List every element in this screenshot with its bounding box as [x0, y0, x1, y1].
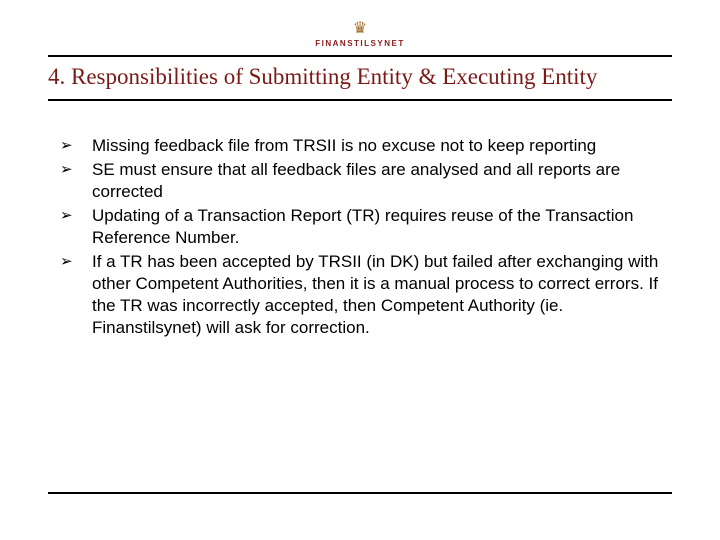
divider-top — [48, 55, 672, 57]
list-item: Updating of a Transaction Report (TR) re… — [60, 205, 660, 249]
divider-under-title — [48, 99, 672, 101]
bullet-list: Missing feedback file from TRSII is no e… — [60, 135, 660, 339]
logo: ♛ FINANSTILSYNET — [0, 20, 720, 48]
content: Missing feedback file from TRSII is no e… — [60, 135, 660, 341]
list-item: SE must ensure that all feedback files a… — [60, 159, 660, 203]
slide: ♛ FINANSTILSYNET 4. Responsibilities of … — [0, 0, 720, 540]
list-item: If a TR has been accepted by TRSII (in D… — [60, 251, 660, 339]
org-name: FINANSTILSYNET — [0, 39, 720, 48]
crown-icon: ♛ — [353, 22, 367, 36]
divider-bottom — [48, 492, 672, 494]
title-block: 4. Responsibilities of Submitting Entity… — [48, 55, 672, 101]
list-item: Missing feedback file from TRSII is no e… — [60, 135, 660, 157]
page-title: 4. Responsibilities of Submitting Entity… — [48, 63, 672, 91]
